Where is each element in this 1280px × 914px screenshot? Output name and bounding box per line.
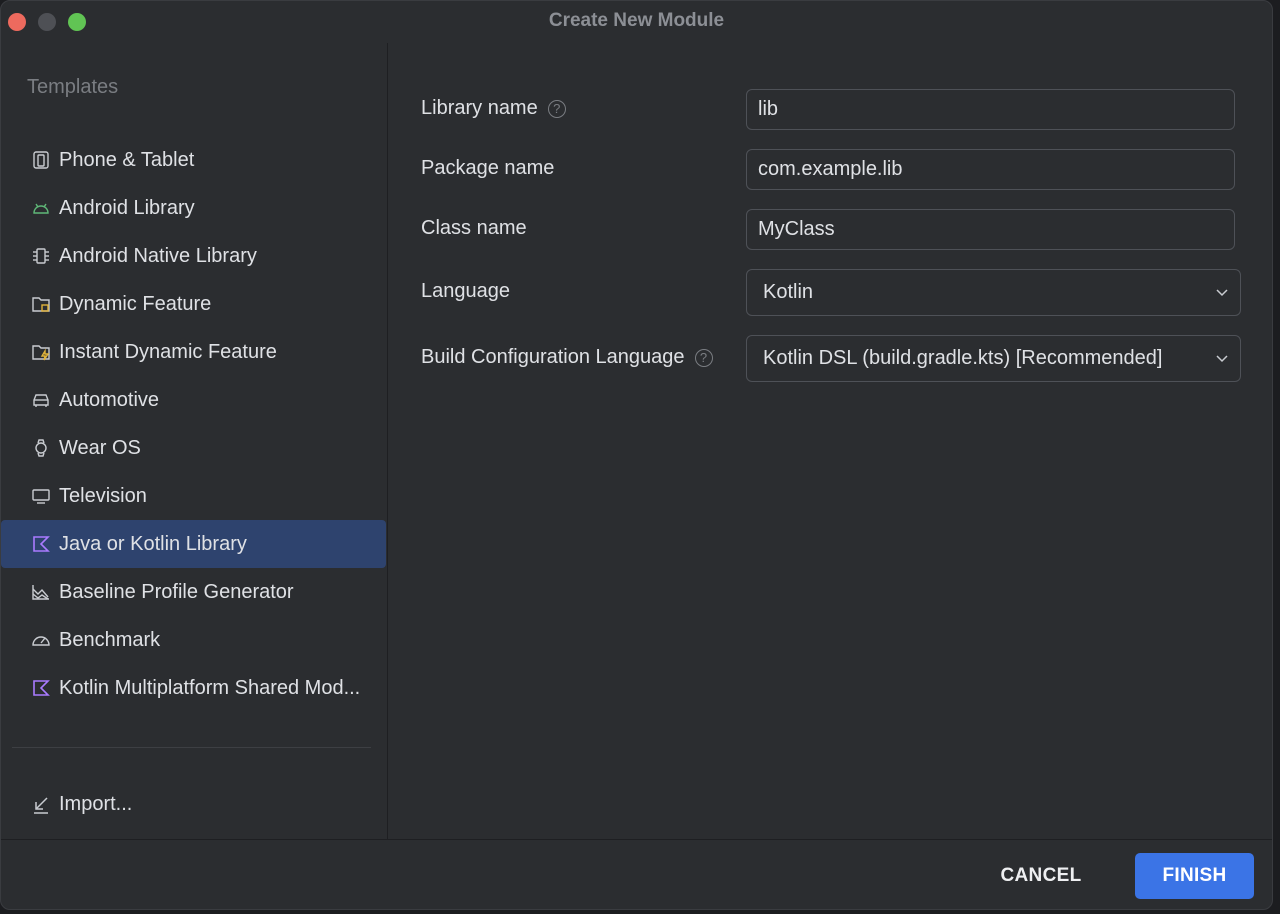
class-name-input[interactable] — [746, 209, 1235, 250]
android-icon — [31, 198, 51, 218]
template-label: Baseline Profile Generator — [59, 580, 294, 603]
module-settings-form: Library name ? Package name Class name L… — [387, 43, 1272, 839]
library-name-label-text: Library name — [421, 97, 538, 119]
template-label: Phone & Tablet — [59, 148, 195, 171]
tv-icon — [31, 486, 51, 506]
create-module-dialog: Create New Module Templates Phone & Tabl… — [0, 0, 1273, 910]
template-kotlin-multiplatform-shared-module[interactable]: Kotlin Multiplatform Shared Mod... — [1, 664, 386, 712]
phone-tablet-icon — [31, 150, 51, 170]
import-button[interactable]: Import... — [31, 793, 132, 816]
package-name-label: Package name — [421, 157, 555, 179]
watch-icon — [31, 438, 51, 458]
import-label: Import... — [59, 793, 133, 815]
template-baseline-profile-generator[interactable]: Baseline Profile Generator — [1, 568, 386, 616]
template-label: Automotive — [59, 388, 160, 411]
template-label: Kotlin Multiplatform Shared Mod... — [59, 676, 361, 699]
import-arrow-icon — [31, 795, 51, 815]
language-select[interactable]: Kotlin — [746, 269, 1241, 316]
template-android-library[interactable]: Android Library — [1, 184, 386, 232]
help-icon[interactable]: ? — [694, 348, 713, 367]
template-label: Android Native Library — [59, 244, 257, 267]
help-icon[interactable]: ? — [547, 99, 566, 118]
template-label: Java or Kotlin Library — [59, 532, 247, 555]
template-java-kotlin-library[interactable]: Java or Kotlin Library — [1, 520, 386, 568]
sidebar-divider — [12, 747, 371, 748]
build-config-language-select[interactable]: Kotlin DSL (build.gradle.kts) [Recommend… — [746, 335, 1241, 382]
finish-button[interactable]: FINISH — [1135, 853, 1254, 899]
package-name-input[interactable] — [746, 149, 1235, 190]
library-name-label: Library name ? — [421, 97, 566, 120]
kotlin-icon — [31, 534, 51, 554]
profile-chart-icon — [31, 582, 51, 602]
background-window-edge — [1273, 0, 1280, 914]
dialog-footer: CANCEL FINISH — [1, 839, 1272, 909]
instant-feature-folder-icon — [31, 342, 51, 362]
template-benchmark[interactable]: Benchmark — [1, 616, 386, 664]
gauge-icon — [31, 630, 51, 650]
template-wear-os[interactable]: Wear OS — [1, 424, 386, 472]
cancel-button[interactable]: CANCEL — [982, 853, 1100, 899]
build-config-label-text: Build Configuration Language — [421, 346, 685, 368]
chevron-down-icon — [1214, 284, 1230, 300]
template-label: Android Library — [59, 196, 195, 219]
language-value: Kotlin — [763, 281, 814, 303]
template-dynamic-feature[interactable]: Dynamic Feature — [1, 280, 386, 328]
template-instant-dynamic-feature[interactable]: Instant Dynamic Feature — [1, 328, 386, 376]
chevron-down-icon — [1214, 350, 1230, 366]
class-name-label: Class name — [421, 217, 527, 239]
template-label: Wear OS — [59, 436, 141, 459]
language-label: Language — [421, 280, 510, 302]
template-phone-tablet[interactable]: Phone & Tablet — [1, 136, 386, 184]
template-television[interactable]: Television — [1, 472, 386, 520]
native-chip-icon — [31, 246, 51, 266]
templates-sidebar: Templates Phone & Tablet Android Library… — [1, 43, 388, 839]
dynamic-feature-folder-icon — [31, 294, 51, 314]
build-config-value: Kotlin DSL (build.gradle.kts) [Recommend… — [763, 347, 1163, 369]
window-title: Create New Module — [548, 10, 725, 31]
template-label: Television — [59, 484, 147, 507]
template-label: Dynamic Feature — [59, 292, 212, 315]
library-name-input[interactable] — [746, 89, 1235, 130]
template-label: Benchmark — [59, 628, 161, 651]
build-config-language-label: Build Configuration Language ? — [421, 346, 713, 369]
car-icon — [31, 390, 51, 410]
template-label: Instant Dynamic Feature — [59, 340, 277, 363]
templates-heading: Templates — [27, 76, 119, 98]
template-android-native-library[interactable]: Android Native Library — [1, 232, 386, 280]
template-automotive[interactable]: Automotive — [1, 376, 386, 424]
kotlin-icon — [31, 678, 51, 698]
title-bar: Create New Module — [1, 1, 1272, 43]
